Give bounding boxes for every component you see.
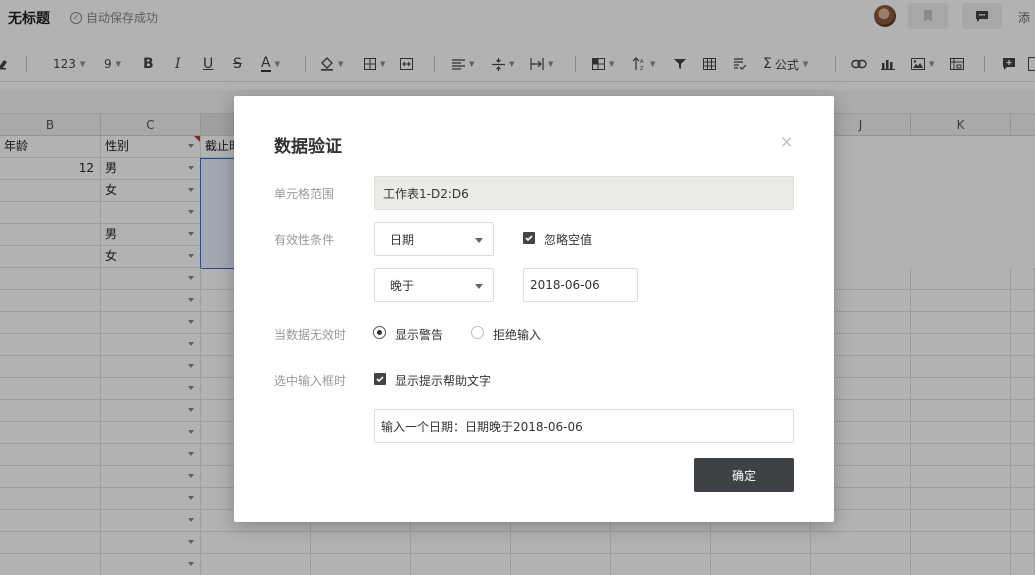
operator-value: 晚于 (390, 278, 415, 293)
invalid-label: 当数据无效时 (274, 328, 347, 342)
ignore-blank-label: 忽略空值 (544, 233, 593, 247)
reject-input-label: 拒绝输入 (493, 328, 542, 342)
chevron-down-icon (475, 238, 483, 243)
condition-label: 有效性条件 (274, 233, 335, 247)
on-select-label: 选中输入框时 (274, 374, 347, 388)
reject-input-radio[interactable] (471, 326, 484, 339)
operator-select[interactable]: 晚于 (374, 268, 494, 302)
help-text-input[interactable]: 输入一个日期：日期晚于2018-06-06 (374, 409, 794, 443)
condition-type-select[interactable]: 日期 (374, 222, 494, 256)
show-help-checkbox[interactable] (374, 373, 386, 385)
close-icon[interactable]: × (780, 132, 793, 151)
range-label: 单元格范围 (274, 187, 335, 201)
checkmark-icon (376, 376, 384, 383)
show-warning-label: 显示警告 (395, 328, 444, 342)
date-input[interactable]: 2018-06-06 (523, 268, 638, 302)
data-validation-dialog: 数据验证 × 单元格范围 工作表1-D2:D6 有效性条件 日期 忽略空值 晚于… (234, 96, 834, 522)
condition-type-value: 日期 (390, 232, 415, 247)
ignore-blank-checkbox[interactable] (523, 232, 535, 244)
dialog-title: 数据验证 (274, 137, 342, 157)
confirm-button[interactable]: 确定 (694, 458, 794, 492)
checkmark-icon (525, 235, 533, 242)
show-warning-radio[interactable] (373, 326, 386, 339)
range-field: 工作表1-D2:D6 (374, 176, 794, 210)
chevron-down-icon (475, 284, 483, 289)
show-help-label: 显示提示帮助文字 (395, 374, 492, 388)
